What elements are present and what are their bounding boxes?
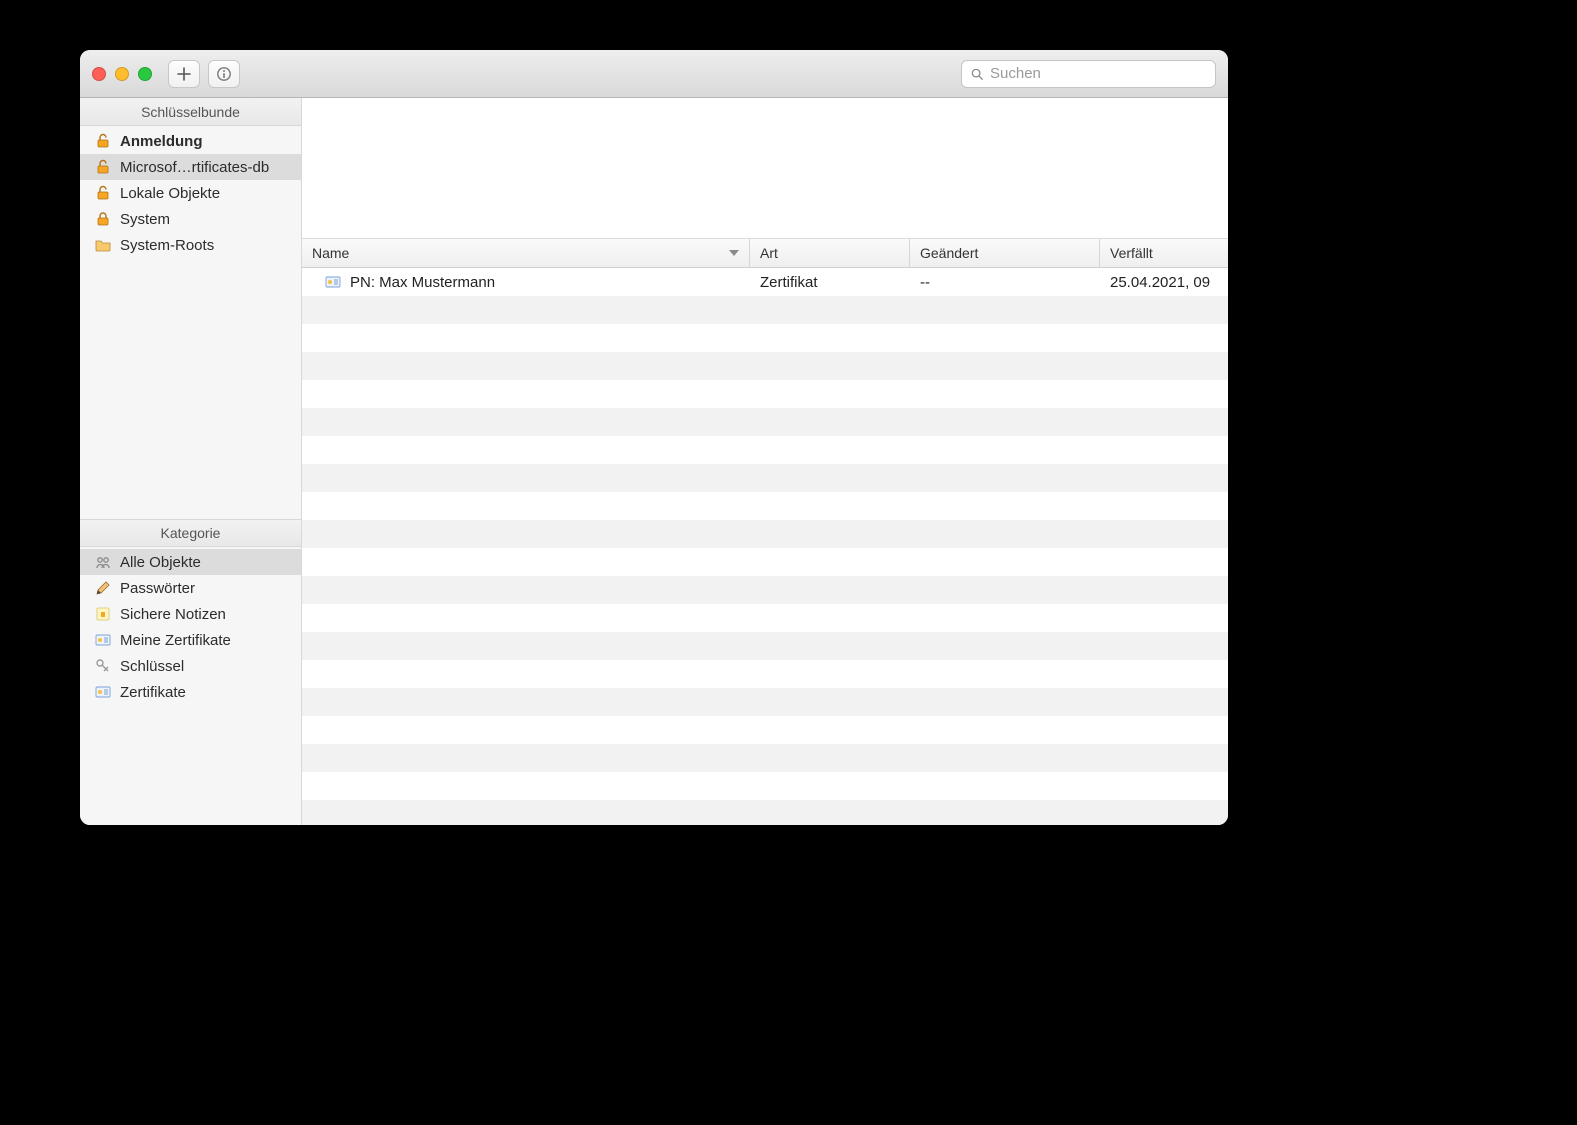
items-table: Name Art Geändert Verfällt PN: Max Muste… [302,238,1228,825]
column-header-name[interactable]: Name [302,239,750,267]
table-row [302,744,1228,772]
table-row[interactable]: PN: Max Mustermann Zertifikat -- 25.04.2… [302,268,1228,296]
window-controls [92,67,152,81]
sidebar-category-all[interactable]: Alle Objekte [80,549,301,575]
close-window-button[interactable] [92,67,106,81]
sidebar-item-label: Lokale Objekte [120,185,220,202]
sidebar-category-keys[interactable]: Schlüssel [80,653,301,679]
table-row [302,408,1228,436]
table-row [302,772,1228,800]
sidebar-keychain-login[interactable]: Anmeldung [80,128,301,154]
column-header-expires[interactable]: Verfällt [1100,239,1228,267]
sidebar: Schlüsselbunde Anmeldung Microsof…rtific… [80,98,302,825]
info-button[interactable] [208,60,240,88]
sidebar-item-label: Zertifikate [120,684,186,701]
titlebar [80,50,1228,98]
info-icon [216,66,232,82]
category-list: Alle Objekte Passwörter Sichere Notizen … [80,547,301,825]
sidebar-item-label: System-Roots [120,237,214,254]
sidebar-category-my-certs[interactable]: Meine Zertifikate [80,627,301,653]
category-header: Kategorie [80,519,301,547]
table-row [302,352,1228,380]
zoom-window-button[interactable] [138,67,152,81]
table-row [302,464,1228,492]
column-header-kind[interactable]: Art [750,239,910,267]
table-row [302,436,1228,464]
add-button[interactable] [168,60,200,88]
lock-closed-icon [94,210,112,228]
sidebar-category-passwords[interactable]: Passwörter [80,575,301,601]
cell-kind: Zertifikat [750,274,910,291]
table-header: Name Art Geändert Verfällt [302,238,1228,268]
certificate-icon [94,631,112,649]
table-body: PN: Max Mustermann Zertifikat -- 25.04.2… [302,268,1228,825]
keychains-header: Schlüsselbunde [80,98,301,126]
sidebar-keychain-system-roots[interactable]: System-Roots [80,232,301,258]
table-row [302,380,1228,408]
sidebar-item-label: Schlüssel [120,658,184,675]
folder-icon [94,236,112,254]
keychain-window: Schlüsselbunde Anmeldung Microsof…rtific… [80,50,1228,825]
search-field[interactable] [961,60,1216,88]
sidebar-item-label: Microsof…rtificates-db [120,159,269,176]
table-row [302,296,1228,324]
sidebar-item-label: Sichere Notizen [120,606,226,623]
sidebar-category-certs[interactable]: Zertifikate [80,679,301,705]
table-row [302,604,1228,632]
certificate-icon [94,683,112,701]
sidebar-item-label: Anmeldung [120,133,203,150]
table-row [302,800,1228,825]
table-row [302,324,1228,352]
minimize-window-button[interactable] [115,67,129,81]
note-icon [94,605,112,623]
sidebar-keychain-microsoft[interactable]: Microsof…rtificates-db [80,154,301,180]
sidebar-item-label: Passwörter [120,580,195,597]
lock-open-icon [94,184,112,202]
lock-open-icon [94,158,112,176]
table-row [302,548,1228,576]
sidebar-keychain-local[interactable]: Lokale Objekte [80,180,301,206]
plus-icon [176,66,192,82]
main-content: Name Art Geändert Verfällt PN: Max Muste… [302,98,1228,825]
keychain-list: Anmeldung Microsof…rtificates-db Lokale … [80,126,301,260]
table-row [302,716,1228,744]
lock-open-icon [94,132,112,150]
sidebar-item-label: Meine Zertifikate [120,632,231,649]
table-row [302,492,1228,520]
sidebar-item-label: System [120,211,170,228]
cell-name: PN: Max Mustermann [350,274,495,291]
cell-expires: 25.04.2021, 09 [1100,274,1228,291]
certificate-icon [324,273,342,291]
table-row [302,632,1228,660]
all-icon [94,553,112,571]
sidebar-item-label: Alle Objekte [120,554,201,571]
detail-preview [302,98,1228,238]
pencil-icon [94,579,112,597]
sidebar-keychain-system[interactable]: System [80,206,301,232]
search-input[interactable] [990,65,1207,82]
table-row [302,520,1228,548]
table-row [302,660,1228,688]
table-row [302,576,1228,604]
column-header-modified[interactable]: Geändert [910,239,1100,267]
cell-modified: -- [910,274,1100,291]
sidebar-category-secure-notes[interactable]: Sichere Notizen [80,601,301,627]
search-icon [970,67,984,81]
table-row [302,688,1228,716]
key-icon [94,657,112,675]
